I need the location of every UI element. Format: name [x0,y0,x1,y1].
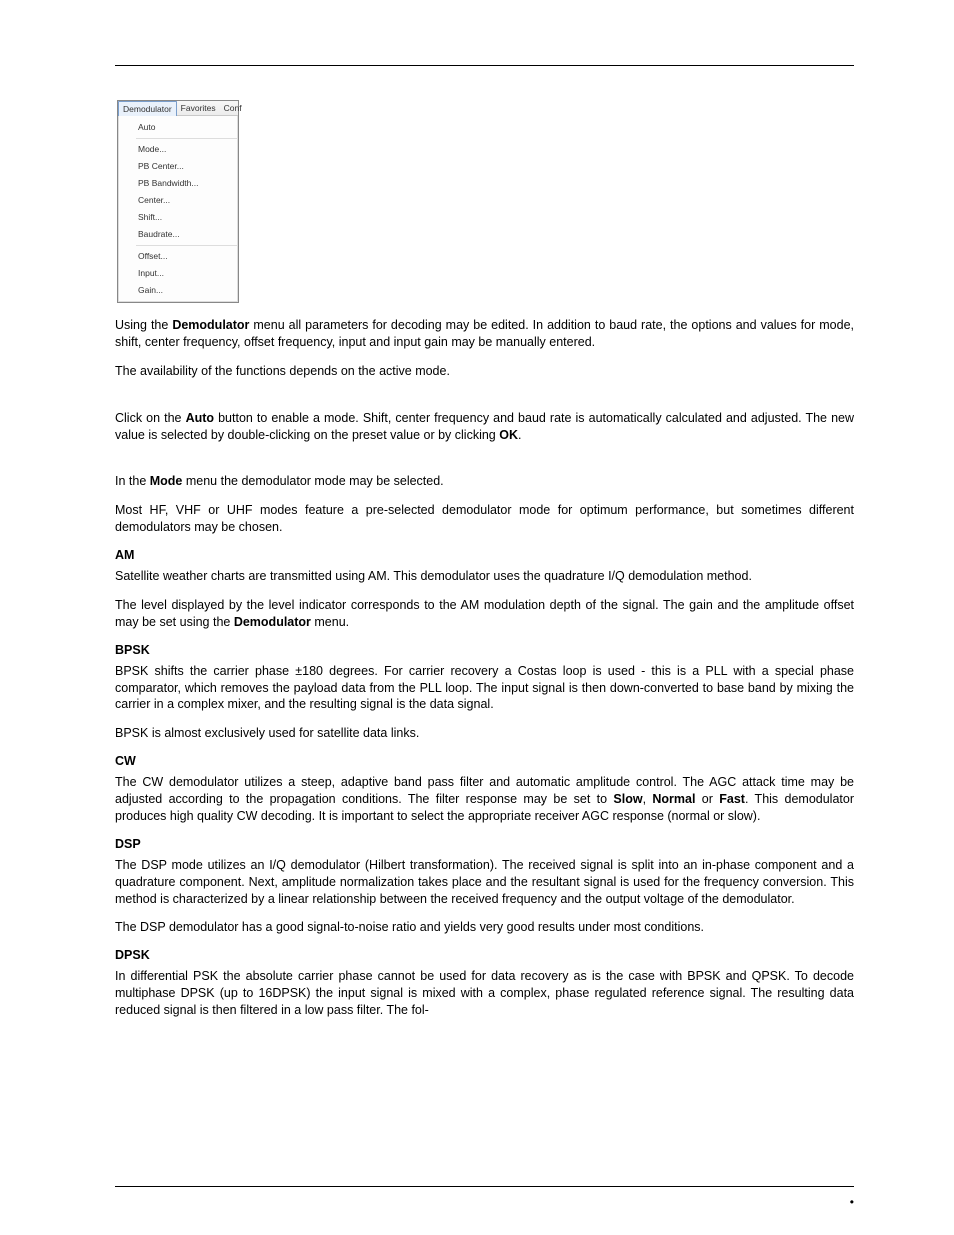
menu-list: Auto Mode... PB Center... PB Bandwidth..… [118,116,238,302]
text: The level displayed by the level indicat… [115,598,854,629]
text: In the [115,474,150,488]
paragraph: The DSP demodulator has a good signal-to… [115,919,854,936]
bold-mode: Mode [150,474,183,488]
text: menu. [311,615,349,629]
text: . [518,428,521,442]
menu-item-gain[interactable]: Gain... [118,282,238,299]
paragraph: The level displayed by the level indicat… [115,597,854,631]
menu-tab-demodulator[interactable]: Demodulator [118,101,177,116]
paragraph: Satellite weather charts are transmitted… [115,568,854,585]
header-rule [115,65,854,66]
subhead-dpsk: DPSK [115,948,854,962]
paragraph: BPSK is almost exclusively used for sate… [115,725,854,742]
paragraph: In differential PSK the absolute carrier… [115,968,854,1019]
paragraph: Click on the Auto button to enable a mod… [115,410,854,444]
menu-item-input[interactable]: Input... [118,265,238,282]
paragraph: The availability of the functions depend… [115,363,854,380]
text: Click on the [115,411,186,425]
menu-separator [136,138,238,139]
text: or [695,792,719,806]
paragraph: Most HF, VHF or UHF modes feature a pre-… [115,502,854,536]
paragraph: The DSP mode utilizes an I/Q demodulator… [115,857,854,908]
bold-demodulator: Demodulator [234,615,311,629]
menu-item-baudrate[interactable]: Baudrate... [118,226,238,243]
menu-item-center[interactable]: Center... [118,192,238,209]
menu-tab-favorites[interactable]: Favorites [177,101,220,115]
subhead-bpsk: BPSK [115,643,854,657]
bold-slow: Slow [613,792,642,806]
menu-bar: Demodulator Favorites Conf [118,101,238,116]
menu-item-shift[interactable]: Shift... [118,209,238,226]
subhead-cw: CW [115,754,854,768]
menu-item-mode[interactable]: Mode... [118,141,238,158]
menu-item-pb-center[interactable]: PB Center... [118,158,238,175]
text: , [643,792,653,806]
spacer [115,392,854,410]
menu-separator [136,245,238,246]
menu-screenshot: Demodulator Favorites Conf Auto Mode... … [117,100,239,303]
subhead-am: AM [115,548,854,562]
menu-item-offset[interactable]: Offset... [118,248,238,265]
bold-fast: Fast [719,792,745,806]
content-area: Demodulator Favorites Conf Auto Mode... … [115,100,854,1031]
bold-normal: Normal [652,792,695,806]
bold-auto: Auto [186,411,214,425]
bold-demodulator: Demodulator [172,318,249,332]
page: Demodulator Favorites Conf Auto Mode... … [0,0,954,1235]
paragraph: The CW demodulator utilizes a steep, ada… [115,774,854,825]
text: button to enable a mode. Shift, center f… [115,411,854,442]
menu-item-pb-bandwidth[interactable]: PB Bandwidth... [118,175,238,192]
paragraph: In the Mode menu the demodulator mode ma… [115,473,854,490]
text: menu the demodulator mode may be selecte… [182,474,443,488]
paragraph: BPSK shifts the carrier phase ±180 degre… [115,663,854,714]
bold-ok: OK [499,428,518,442]
page-number-bullet: • [850,1195,854,1209]
menu-item-auto[interactable]: Auto [118,119,238,136]
text: Using the [115,318,172,332]
footer-rule [115,1186,854,1187]
menu-tab-conf[interactable]: Conf [220,101,246,115]
paragraph: Using the Demodulator menu all parameter… [115,317,854,351]
subhead-dsp: DSP [115,837,854,851]
spacer [115,455,854,473]
